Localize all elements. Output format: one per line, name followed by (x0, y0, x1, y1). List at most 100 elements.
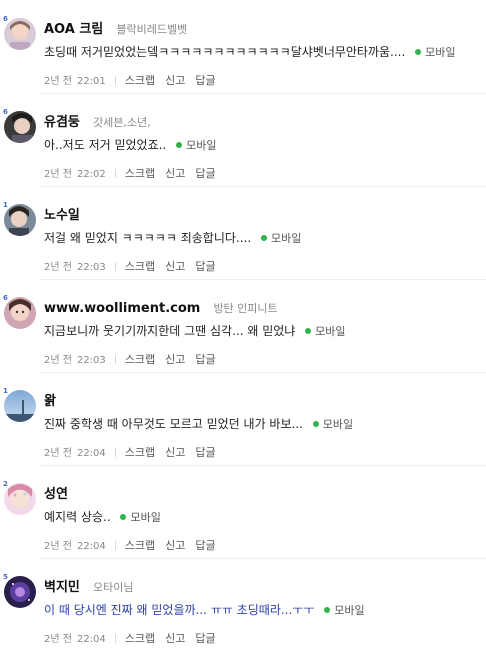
meta-divider (114, 634, 116, 643)
mobile-icon (120, 514, 127, 520)
mobile-indicator: 모바일 (261, 232, 301, 245)
reply-button[interactable]: 답글 (195, 539, 215, 552)
comment-time: 22:03 (76, 355, 106, 366)
comment-time: 22:01 (76, 76, 106, 87)
reply-button[interactable]: 답글 (195, 74, 215, 87)
comment-item: 1 왉 진짜 중학생 때 아무것도 모르고 믿었던 내가 바보... 모바일 2… (0, 387, 486, 466)
mobile-indicator: 모바일 (324, 604, 365, 617)
scrap-button[interactable]: 스크랩 (125, 632, 155, 645)
comment-date: 2년 전 (44, 355, 72, 366)
comment-body: 저걸 왜 믿었지 ㅋㅋㅋㅋㅋ 죄송합니다.... 모바일 (44, 229, 301, 247)
mobile-icon (176, 142, 183, 148)
level-badge: 6 (2, 294, 9, 302)
comment-time: 22:04 (76, 448, 106, 459)
mobile-label: 모바일 (315, 325, 346, 338)
mobile-label: 모바일 (130, 511, 161, 524)
reply-button[interactable]: 답글 (195, 446, 215, 459)
comment-body: 이 때 당시엔 진짜 왜 믿었을까... ㅠㅠ 초딩때라...ㅜㅜ 모바일 (44, 601, 365, 619)
scrap-button[interactable]: 스크랩 (125, 167, 155, 180)
comment-body: 지금보니까 웃기기까지한데 그땐 심각... 왜 믿었냐 모바일 (44, 322, 346, 340)
report-button[interactable]: 신고 (165, 632, 185, 645)
nickname[interactable]: 성연 (44, 487, 68, 502)
mobile-label: 모바일 (271, 232, 302, 245)
comment-meta: 2년 전 22:03 스크랩 신고 답글 (44, 352, 226, 368)
comment-text: 아..저도 저거 믿었었죠.. (44, 138, 167, 152)
reply-button[interactable]: 답글 (195, 353, 215, 366)
mobile-indicator: 모바일 (312, 418, 354, 431)
report-button[interactable]: 신고 (165, 74, 185, 87)
report-button[interactable]: 신고 (165, 167, 185, 180)
comment-text: 진짜 중학생 때 아무것도 모르고 믿었던 내가 바보... (44, 417, 303, 431)
nickname[interactable]: AOA 크림 (44, 22, 103, 37)
level-badge: 6 (2, 108, 9, 116)
comment-date: 2년 전 (44, 76, 72, 87)
report-button[interactable]: 신고 (165, 260, 185, 273)
meta-divider (114, 448, 116, 457)
level-badge: 2 (2, 480, 9, 488)
mobile-icon (324, 607, 331, 613)
scrap-button[interactable]: 스크랩 (125, 74, 155, 87)
comment-item: 6 www.woolliment.com 방탄 인피니트 지금보니까 웃기기까지… (0, 294, 486, 373)
level-badge: 6 (2, 15, 9, 23)
user-avatar[interactable] (4, 297, 36, 329)
comment-meta: 2년 전 22:04 스크랩 신고 답글 (44, 445, 226, 461)
meta-divider (114, 76, 116, 85)
comment-time: 22:04 (76, 541, 106, 552)
mobile-label: 모바일 (334, 604, 365, 617)
comment-item: 5 벽지민 오타이님 이 때 당시엔 진짜 왜 믿었을까... ㅠㅠ 초딩때라.… (0, 573, 486, 648)
comment-header: 성연 (44, 483, 68, 502)
comment-item: 2 성연 예지력 상승.. 모바일 2년 전 22:04 스크랩 신고 답글 (0, 480, 486, 559)
comment-date: 2년 전 (44, 634, 72, 645)
comment-text: 예지력 상승.. (44, 510, 111, 524)
level-badge: 5 (2, 573, 9, 581)
comment-date: 2년 전 (44, 169, 72, 180)
comment-item: 1 노수일 저걸 왜 믿었지 ㅋㅋㅋㅋㅋ 죄송합니다.... 모바일 2년 전2… (0, 201, 486, 280)
comment-text: 저걸 왜 믿었지 ㅋㅋㅋㅋㅋ 죄송합니다.... (44, 231, 252, 245)
reply-button[interactable]: 답글 (195, 167, 215, 180)
user-grade: 방탄 인피니트 (213, 302, 278, 315)
user-avatar[interactable] (4, 576, 36, 608)
nickname[interactable]: 왉 (44, 394, 56, 409)
meta-divider (114, 262, 116, 271)
report-button[interactable]: 신고 (165, 539, 185, 552)
comment-meta: 2년 전 22:01 스크랩 신고 답글 (44, 73, 226, 89)
scrap-button[interactable]: 스크랩 (125, 446, 155, 459)
comment-text: 이 때 당시엔 진짜 왜 믿었을까... ㅠㅠ 초딩때라...ㅜㅜ (44, 603, 315, 617)
nickname[interactable]: 노수일 (44, 208, 80, 223)
comment-header: 노수일 (44, 204, 80, 223)
nickname[interactable]: www.woolliment.com (44, 301, 200, 316)
mobile-icon (415, 49, 422, 55)
mobile-indicator: 모바일 (415, 46, 456, 59)
user-avatar[interactable] (4, 390, 36, 422)
mobile-label: 모바일 (425, 46, 456, 59)
scrap-button[interactable]: 스크랩 (125, 260, 155, 273)
scrap-button[interactable]: 스크랩 (125, 353, 155, 366)
meta-divider (114, 169, 116, 178)
comment-header: 벽지민 오타이님 (44, 576, 134, 595)
user-avatar[interactable] (4, 483, 36, 515)
report-button[interactable]: 신고 (165, 446, 185, 459)
comment-header: www.woolliment.com 방탄 인피니트 (44, 297, 278, 316)
comment-header: AOA 크림 블락비레드벨벳 (44, 18, 188, 37)
scrap-button[interactable]: 스크랩 (125, 539, 155, 552)
user-avatar[interactable] (4, 204, 36, 236)
comment-meta: 2년 전 22:02 스크랩 신고 답글 (44, 166, 226, 182)
mobile-label: 모바일 (186, 139, 217, 152)
user-grade: 블락비레드벨벳 (116, 23, 188, 36)
user-grade: 갓세븐,소년, (92, 116, 151, 129)
nickname[interactable]: 벽지민 (44, 580, 80, 595)
comment-date: 2년 전 (44, 448, 72, 459)
comment-time: 22:04 (76, 634, 106, 645)
user-grade: 오타이님 (92, 581, 134, 594)
mobile-icon (305, 328, 312, 334)
comment-body: 초딩때 저거믿었었는뎈ㅋㅋㅋㅋㅋㅋㅋㅋㅋㅋㅋㅋ달샤벳너무안타까움.... 모바일 (44, 43, 456, 61)
report-button[interactable]: 신고 (165, 353, 185, 366)
level-badge: 1 (2, 387, 9, 395)
nickname[interactable]: 유겸둥 (44, 115, 80, 130)
reply-button[interactable]: 답글 (195, 260, 215, 273)
user-avatar[interactable] (4, 111, 36, 143)
user-avatar[interactable] (4, 18, 36, 50)
mobile-label: 모바일 (322, 418, 354, 431)
comment-meta: 2년 전 22:04 스크랩 신고 답글 (44, 631, 226, 647)
reply-button[interactable]: 답글 (195, 632, 215, 645)
